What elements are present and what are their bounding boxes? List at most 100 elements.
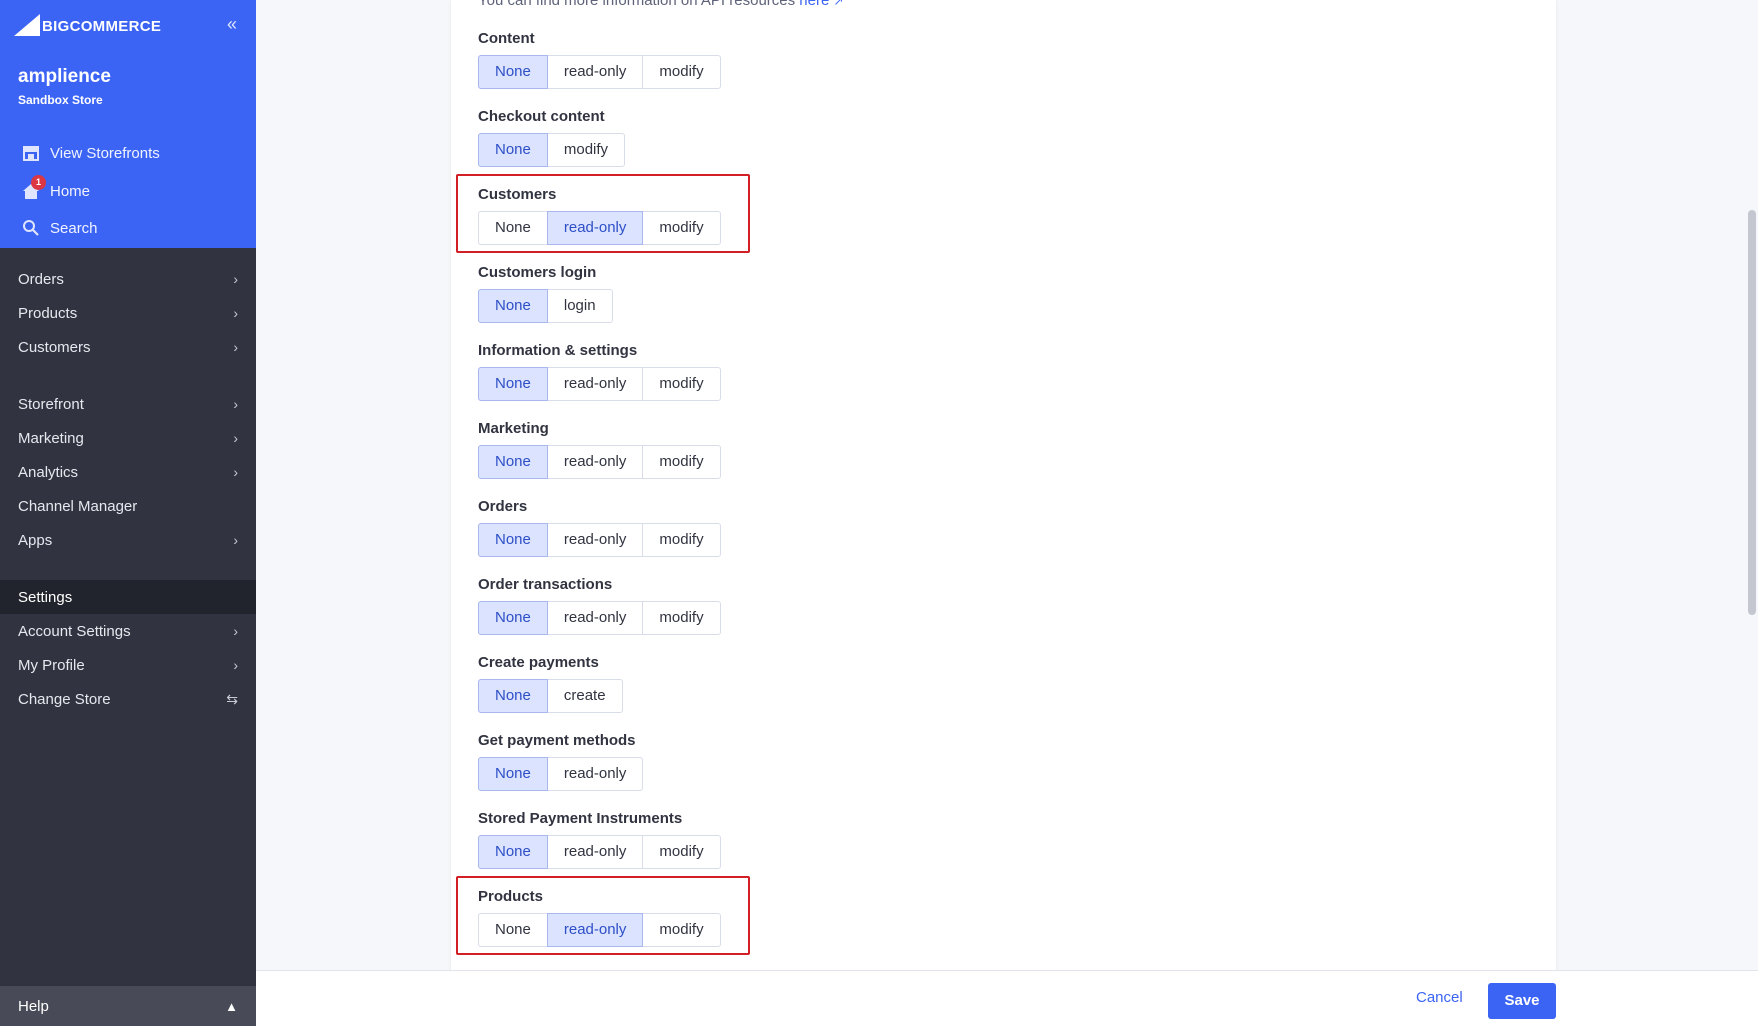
swap-arrows-icon: ⇆ [226, 690, 238, 707]
nav-account-settings-label: Account Settings [18, 622, 131, 640]
scope-segmented-control: None modify [478, 133, 626, 167]
scope-option-read-only[interactable]: read-only [546, 211, 644, 245]
scope-option-modify[interactable]: modify [642, 601, 721, 635]
scope-option-none[interactable]: None [478, 289, 548, 323]
scope-option-modify[interactable]: modify [642, 367, 721, 401]
scope-option-modify[interactable]: modify [642, 445, 721, 479]
scope-option-modify[interactable]: modify [642, 835, 721, 869]
scope-option-none[interactable]: None [478, 367, 548, 401]
scope-group: Customers None read-only modify [478, 186, 721, 245]
scope-group: Get payment methods None read-only [478, 732, 644, 791]
scope-label: Orders [478, 498, 528, 515]
scope-label: Order transactions [478, 576, 613, 593]
scope-option-none[interactable]: None [478, 211, 548, 245]
scope-label: Information & settings [478, 342, 638, 359]
scope-option-none[interactable]: None [478, 679, 548, 713]
nav-orders[interactable]: Orders › [0, 262, 256, 296]
api-info-label: You can find more information on API res… [478, 0, 800, 9]
scrollbar[interactable] [1746, 0, 1758, 970]
nav-channel-manager-label: Channel Manager [18, 497, 138, 515]
scope-label: Customers login [478, 264, 597, 281]
scope-option-create[interactable]: create [546, 679, 623, 713]
store-name: amplience [18, 66, 111, 87]
chevron-up-icon: ▲ [225, 998, 238, 1014]
scope-option-read-only[interactable]: read-only [546, 55, 644, 89]
footer-bar: Cancel Save [256, 970, 1758, 1026]
scope-option-modify[interactable]: modify [546, 133, 626, 167]
scope-option-none[interactable]: None [478, 835, 548, 869]
scope-option-read-only[interactable]: read-only [546, 523, 644, 557]
nav-account-settings[interactable]: Account Settings › [0, 614, 256, 648]
scope-group: Orders None read-only modify [478, 498, 721, 557]
scope-segmented-control: None read-only modify [478, 211, 721, 245]
scope-option-none[interactable]: None [478, 133, 548, 167]
scope-option-read-only[interactable]: read-only [546, 757, 644, 791]
nav-my-profile[interactable]: My Profile › [0, 648, 256, 682]
scope-group: Marketing None read-only modify [478, 420, 721, 479]
scrollbar-thumb[interactable] [1748, 210, 1756, 615]
scope-label: Checkout content [478, 108, 605, 125]
chevron-right-icon: › [233, 271, 238, 287]
chevron-right-icon: › [233, 396, 238, 412]
bigcommerce-logo[interactable]: BIGCOMMERCE [12, 12, 182, 38]
nav-storefront[interactable]: Storefront › [0, 387, 256, 421]
chevron-right-icon: › [233, 532, 238, 548]
scope-option-login[interactable]: login [546, 289, 613, 323]
view-storefronts-link[interactable]: View Storefronts [0, 135, 256, 171]
home-icon: 1 [20, 175, 46, 202]
search-link[interactable]: Search [0, 210, 256, 246]
scope-option-read-only[interactable]: read-only [546, 601, 644, 635]
nav-my-profile-label: My Profile [18, 656, 85, 674]
cancel-button[interactable]: Cancel [1416, 989, 1463, 1006]
nav-change-store-label: Change Store [18, 690, 111, 708]
help-toggle[interactable]: Help ▲ [0, 986, 256, 1026]
scope-option-none[interactable]: None [478, 601, 548, 635]
scope-option-none[interactable]: None [478, 445, 548, 479]
scope-segmented-control: None read-only modify [478, 601, 721, 635]
scope-option-none[interactable]: None [478, 757, 548, 791]
chevron-right-icon: › [233, 464, 238, 480]
sidebar-header: BIGCOMMERCE « amplience Sandbox Store Vi… [0, 0, 256, 248]
nav-settings[interactable]: Settings [0, 580, 256, 614]
nav-marketing[interactable]: Marketing › [0, 421, 256, 455]
nav-customers-label: Customers [18, 338, 91, 356]
store-type: Sandbox Store [18, 93, 103, 107]
scope-option-read-only[interactable]: read-only [546, 445, 644, 479]
scope-option-read-only[interactable]: read-only [546, 367, 644, 401]
scope-label: Create payments [478, 654, 599, 671]
scope-group: Information & settings None read-only modif… [478, 342, 721, 401]
scope-option-none[interactable]: None [478, 55, 548, 89]
nav-apps[interactable]: Apps › [0, 523, 256, 557]
nav-products[interactable]: Products › [0, 296, 256, 330]
scope-option-modify[interactable]: modify [642, 523, 721, 557]
scope-label: Customers [478, 186, 557, 203]
api-info-link[interactable]: here [799, 0, 829, 9]
api-info-text: You can find more information on API res… [478, 0, 844, 9]
help-label: Help [18, 997, 49, 1015]
home-link[interactable]: 1 Home [0, 173, 256, 209]
nav-change-store[interactable]: Change Store ⇆ [0, 682, 256, 716]
scope-option-modify[interactable]: modify [642, 55, 721, 89]
scope-group: Customers login None login [478, 264, 613, 323]
chevron-right-icon: › [233, 339, 238, 355]
scope-option-read-only[interactable]: read-only [546, 913, 644, 947]
scope-label: Get payment methods [478, 732, 636, 749]
save-button[interactable]: Save [1488, 983, 1556, 1019]
scope-option-read-only[interactable]: read-only [546, 835, 644, 869]
collapse-sidebar-icon[interactable]: « [222, 14, 242, 34]
scope-segmented-control: None read-only modify [478, 523, 721, 557]
nav-analytics[interactable]: Analytics › [0, 455, 256, 489]
nav-orders-label: Orders [18, 270, 64, 288]
scope-option-modify[interactable]: modify [642, 913, 721, 947]
search-label: Search [50, 219, 98, 237]
scope-option-modify[interactable]: modify [642, 211, 721, 245]
scope-segmented-control: None read-only modify [478, 913, 721, 947]
chevron-right-icon: › [233, 305, 238, 321]
nav-marketing-label: Marketing [18, 429, 84, 447]
scope-group: Stored Payment Instruments None read-only m… [478, 810, 721, 869]
scope-option-none[interactable]: None [478, 523, 548, 557]
nav-customers[interactable]: Customers › [0, 330, 256, 364]
scope-segmented-control: None login [478, 289, 613, 323]
scope-option-none[interactable]: None [478, 913, 548, 947]
nav-channel-manager[interactable]: Channel Manager [0, 489, 256, 523]
